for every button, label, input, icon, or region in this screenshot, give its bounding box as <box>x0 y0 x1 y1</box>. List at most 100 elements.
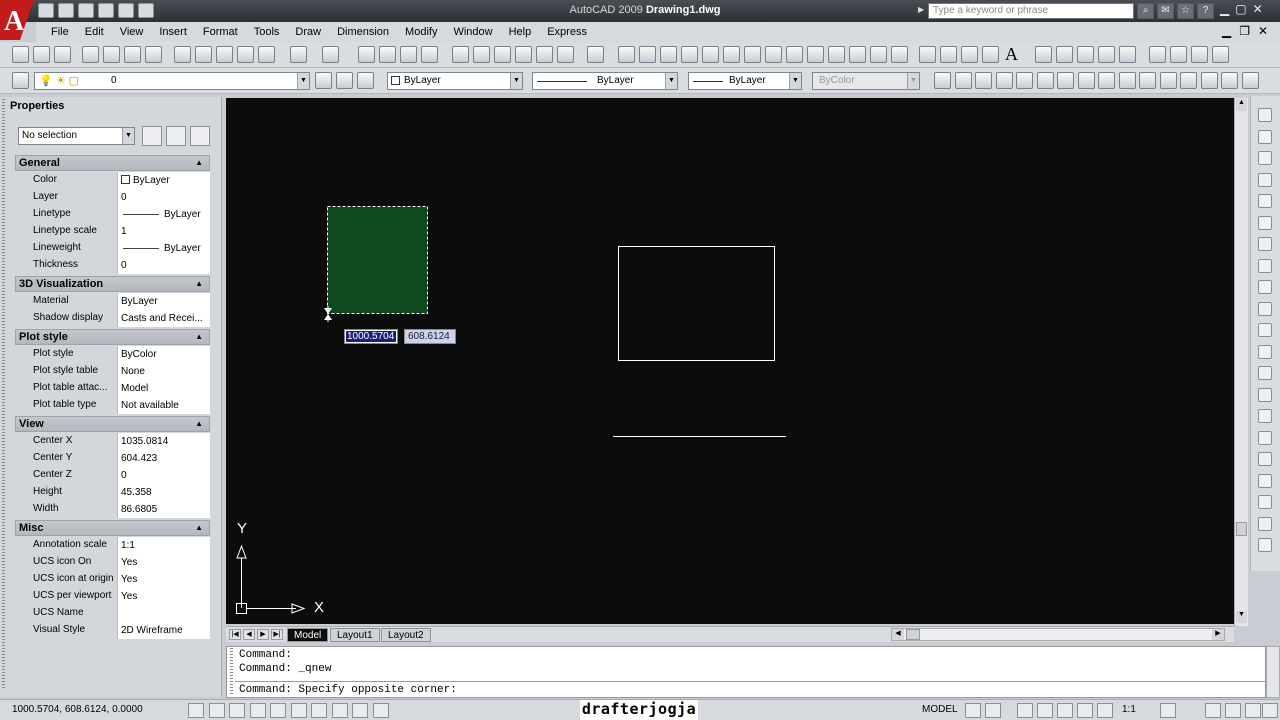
zoom-dynamic-icon[interactable] <box>1056 46 1073 63</box>
save-icon[interactable] <box>78 3 94 18</box>
lineweight-combo[interactable]: ByLayer ▼ <box>688 72 802 90</box>
ellipse-arc-icon[interactable] <box>828 46 845 63</box>
grid-display-icon[interactable] <box>208 703 225 718</box>
ordinate-icon[interactable] <box>1258 172 1272 187</box>
center-mark-icon[interactable] <box>1258 409 1272 423</box>
linear-dim-icon[interactable] <box>1258 108 1272 122</box>
arc-length-icon[interactable] <box>1258 151 1272 165</box>
property-row[interactable]: Linetype ByLayer <box>15 206 210 223</box>
properties-icon[interactable] <box>452 46 469 63</box>
collapse-icon[interactable]: ▲ <box>195 521 203 535</box>
property-row[interactable]: Visual Style 2D Wireframe <box>15 622 210 639</box>
property-row[interactable]: Plot table attac... Model <box>15 380 210 397</box>
make-block-icon[interactable] <box>870 46 887 63</box>
property-row[interactable]: Width 86.6805 <box>15 501 210 518</box>
property-value[interactable]: Model <box>118 380 210 397</box>
color-combo[interactable]: ByLayer ▼ <box>387 72 523 90</box>
vertical-scrollbar[interactable]: ▲ ▼ <box>1234 98 1248 626</box>
last-tab-icon[interactable]: ▶| <box>271 629 283 640</box>
dynamic-input-y[interactable]: 608.6124 <box>404 329 456 344</box>
property-value[interactable]: Yes <box>118 554 210 571</box>
menu-tools[interactable]: Tools <box>246 26 288 38</box>
menu-format[interactable]: Format <box>195 26 246 38</box>
property-value[interactable]: 0 <box>118 467 210 484</box>
collapse-icon[interactable]: ▲ <box>195 277 203 291</box>
menu-insert[interactable]: Insert <box>151 26 195 38</box>
dim-style-icon[interactable] <box>1258 538 1272 552</box>
toggle-pickadd-icon[interactable] <box>142 126 162 146</box>
section-header-3d-visualization[interactable]: 3D Visualization ▲ <box>15 276 210 292</box>
undo-icon[interactable] <box>290 46 307 63</box>
property-row[interactable]: UCS per viewport Yes <box>15 588 210 605</box>
join-icon[interactable] <box>1200 72 1218 89</box>
property-row[interactable]: Color ByLayer <box>15 172 210 189</box>
offset-icon[interactable] <box>995 72 1013 89</box>
quickcalc-icon[interactable] <box>557 46 574 63</box>
object-snap-icon[interactable] <box>270 703 286 718</box>
next-tab-icon[interactable]: ▶ <box>257 629 269 640</box>
radius-icon[interactable] <box>1258 194 1272 208</box>
property-value[interactable]: None <box>118 363 210 380</box>
property-row[interactable]: Plot style ByColor <box>15 346 210 363</box>
select-objects-icon[interactable] <box>166 126 186 146</box>
jogged-linear-icon[interactable] <box>1258 452 1272 466</box>
quick-view-drawings-icon[interactable] <box>985 703 1001 718</box>
property-value[interactable]: Not available <box>118 397 210 414</box>
object-snap-tracking-icon[interactable] <box>290 703 307 718</box>
continue-icon[interactable] <box>1258 323 1272 337</box>
show-hide-lineweight-icon[interactable] <box>352 703 368 718</box>
angular-icon[interactable] <box>1258 258 1272 273</box>
menu-edit[interactable]: Edit <box>77 26 112 38</box>
revision-cloud-icon[interactable] <box>765 46 782 63</box>
aligned-dim-icon[interactable] <box>1258 129 1272 144</box>
zoom-realtime-icon[interactable] <box>379 46 396 63</box>
showmotion-icon[interactable] <box>1077 703 1093 718</box>
pan-icon[interactable] <box>1017 703 1033 718</box>
layer-previous-icon[interactable] <box>336 72 353 89</box>
property-value[interactable]: 0 <box>118 257 210 274</box>
markup-set-icon[interactable] <box>536 46 553 63</box>
polygon-icon[interactable] <box>681 46 698 63</box>
property-row[interactable]: Center Z0 <box>15 467 210 484</box>
scroll-left-icon[interactable]: ◀ <box>892 629 904 640</box>
search-input[interactable]: Type a keyword or phrase <box>928 3 1134 19</box>
doc-minimize-icon[interactable]: ▁ <box>1222 24 1231 38</box>
fillet-icon[interactable] <box>1241 72 1259 89</box>
autocad-logo-icon[interactable]: A <box>0 0 36 40</box>
communication-center-icon[interactable]: ✉ <box>1157 3 1174 19</box>
property-row[interactable]: Center X 1035.0814 <box>15 433 210 450</box>
help-icon[interactable]: ? <box>1197 3 1214 19</box>
snap-mode-icon[interactable] <box>188 703 204 718</box>
design-center-icon[interactable] <box>473 46 490 63</box>
chevron-down-icon[interactable]: ▼ <box>122 128 134 144</box>
doc-restore-icon[interactable]: ❐ <box>1239 24 1250 38</box>
undo-icon[interactable] <box>118 3 134 18</box>
layer-states-icon[interactable] <box>357 72 374 89</box>
section-header-plot-style[interactable]: Plot style ▲ <box>15 329 210 345</box>
linetype-combo[interactable]: ByLayer ▼ <box>532 72 678 90</box>
zoom-window-2-icon[interactable] <box>1035 46 1052 63</box>
line-icon[interactable] <box>618 46 635 63</box>
chevron-down-icon[interactable]: ▼ <box>665 73 677 89</box>
menu-draw[interactable]: Draw <box>287 26 329 38</box>
annotation-autoscale-icon[interactable] <box>1160 703 1176 718</box>
property-row[interactable]: Shadow display Casts and Recei... <box>15 310 210 327</box>
prev-tab-icon[interactable]: ◀ <box>243 629 255 640</box>
clean-screen-icon[interactable] <box>1262 703 1278 718</box>
new-icon[interactable] <box>12 46 29 63</box>
quick-properties-icon[interactable] <box>372 703 389 718</box>
chevron-down-icon[interactable]: ▼ <box>297 73 309 89</box>
annotation-visibility-icon[interactable] <box>1097 703 1113 718</box>
property-value[interactable]: Casts and Recei... <box>118 310 210 327</box>
insert-block-icon[interactable] <box>849 46 866 63</box>
help-icon[interactable] <box>587 46 604 63</box>
plot-preview-icon[interactable] <box>103 46 120 63</box>
tool-palettes-icon[interactable] <box>494 46 511 63</box>
property-row[interactable]: Lineweight ByLayer <box>15 240 210 257</box>
dim-edit-icon[interactable] <box>1258 473 1272 488</box>
stretch-icon[interactable] <box>1098 72 1115 89</box>
close-icon[interactable]: ✕ <box>1253 2 1263 16</box>
mirror-icon[interactable] <box>975 72 992 89</box>
scale-icon[interactable] <box>1077 72 1095 89</box>
allow-disallow-ducs-icon[interactable] <box>311 703 327 718</box>
